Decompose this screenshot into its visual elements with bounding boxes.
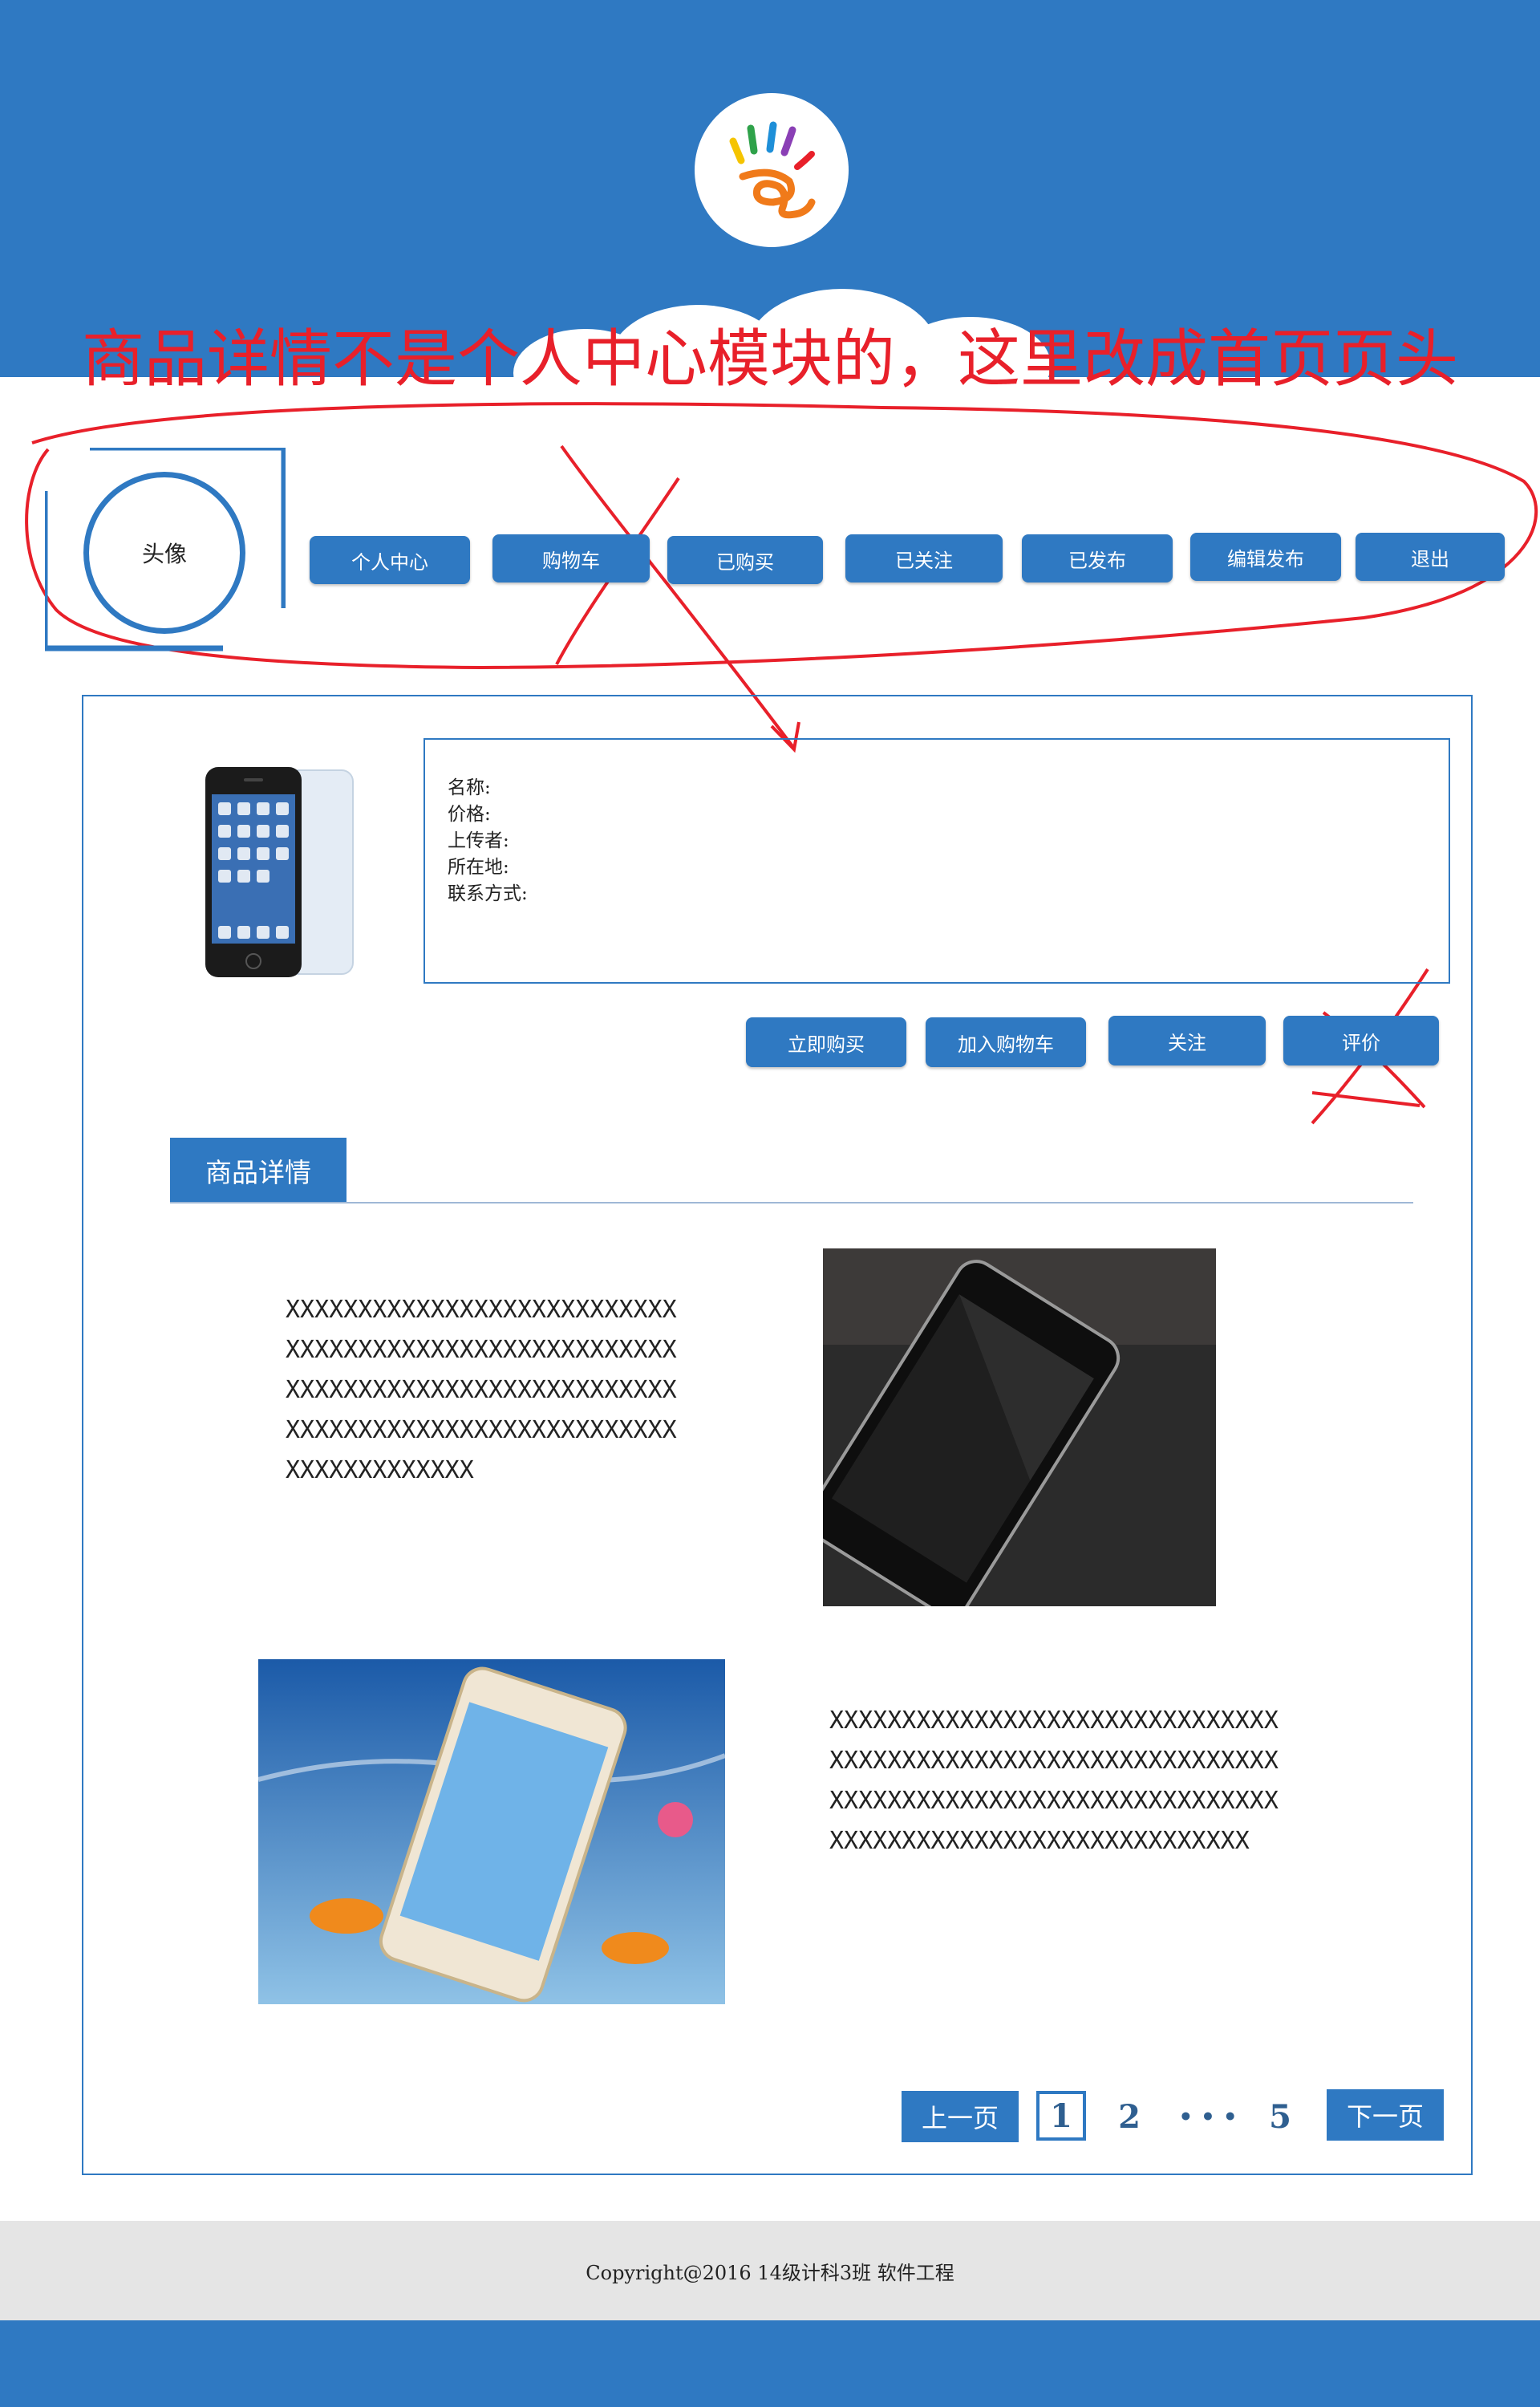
product-thumbnail[interactable]	[202, 765, 359, 980]
page-1-current[interactable]: 1	[1036, 2091, 1086, 2141]
product-contact-label: 联系方式:	[448, 883, 528, 904]
section-title-product-details[interactable]: 商品详情	[170, 1138, 346, 1204]
buy-now-button[interactable]: 立即购买	[746, 1017, 906, 1067]
product-uploader-label: 上传者:	[448, 830, 509, 851]
nav-button-edit-publish[interactable]: 编辑发布	[1190, 533, 1341, 581]
follow-button[interactable]: 关注	[1108, 1016, 1266, 1065]
product-info-box: 名称: 价格: 上传者: 所在地: 联系方式:	[424, 738, 1450, 984]
product-price-label: 价格:	[448, 804, 491, 825]
add-to-cart-button[interactable]: 加入购物车	[926, 1017, 1086, 1067]
nav-button-user-center[interactable]: 个人中心	[310, 536, 470, 584]
nav-button-logout[interactable]: 退出	[1356, 533, 1505, 581]
prev-page-button[interactable]: 上一页	[902, 2091, 1019, 2142]
avatar[interactable]: 头像	[83, 472, 245, 634]
section-divider	[170, 1202, 1413, 1204]
pagination-ellipsis: • • •	[1178, 2103, 1238, 2130]
footer-band	[0, 2320, 1540, 2407]
detail-text-1: XXXXXXXXXXXXXXXXXXXXXXXXXXXXXXXXXXXXXXXX…	[286, 1296, 677, 1484]
nav-button-cart[interactable]: 购物车	[492, 534, 650, 582]
detail-text-2: XXXXXXXXXXXXXXXXXXXXXXXXXXXXXXXXXXXXXXXX…	[829, 1707, 1279, 1855]
product-photo-dark	[823, 1248, 1216, 1606]
footer-copyright: Copyright@2016 14级计科3班 软件工程	[0, 2221, 1540, 2320]
nav-button-published[interactable]: 已发布	[1022, 534, 1173, 582]
product-location-label: 所在地:	[448, 857, 509, 878]
product-photo-water	[258, 1659, 725, 2004]
review-button[interactable]: 评价	[1283, 1016, 1439, 1065]
product-name-label: 名称:	[448, 777, 491, 798]
page-5-link[interactable]: 5	[1256, 2091, 1304, 2142]
nav-button-purchased[interactable]: 已购买	[667, 536, 823, 584]
nav-button-followed[interactable]: 已关注	[845, 534, 1003, 582]
next-page-button[interactable]: 下一页	[1327, 2089, 1444, 2141]
page-2-link[interactable]: 2	[1105, 2091, 1153, 2142]
